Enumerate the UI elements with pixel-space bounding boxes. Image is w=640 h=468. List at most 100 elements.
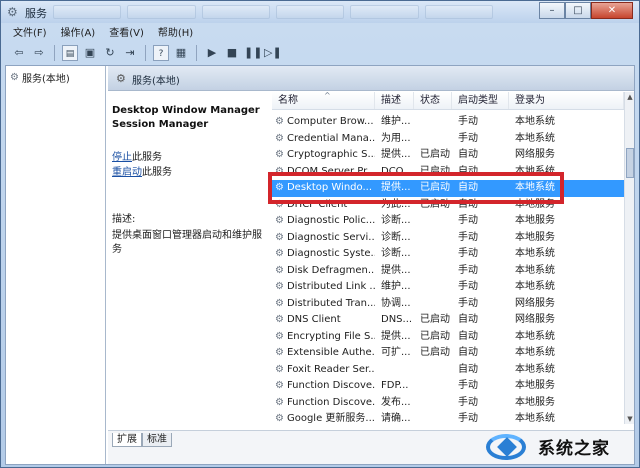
column-header-status[interactable]: 状态: [414, 92, 452, 109]
service-log-on-as: 本地系统: [515, 347, 555, 358]
table-row[interactable]: ⚙ Diagnostic Servi... 诊断... 手动 本地服务: [272, 230, 626, 247]
close-button[interactable]: ✕: [591, 2, 633, 19]
stop-service-icon[interactable]: ■: [224, 45, 240, 61]
services-window: ⚙ 服务 – □ ✕ 文件(F) 操作(A) 查看(V) 帮助(H) ⇦ ⇨ ▤…: [0, 0, 640, 468]
table-row[interactable]: ⚙ Function Discove... 发布... 手动 本地服务: [272, 395, 626, 412]
help-icon[interactable]: ?: [153, 45, 169, 61]
service-log-on-as: 本地系统: [515, 182, 555, 193]
watermark-text: 系统之家: [538, 438, 610, 459]
menu-view[interactable]: 查看(V): [109, 25, 144, 43]
properties-icon[interactable]: ▣: [82, 45, 98, 61]
service-status: [414, 230, 452, 247]
service-description: DCO...: [381, 165, 413, 177]
menu-action[interactable]: 操作(A): [61, 25, 96, 43]
back-arrow-icon[interactable]: ⇦: [11, 45, 27, 61]
console-tree-icon[interactable]: ▤: [62, 45, 78, 61]
services-list: ^ 名称 描述 状态 启动类型 登录为 ⚙ Computer Brow... 维护.…: [272, 92, 634, 424]
export-list-icon[interactable]: ⇥: [122, 45, 138, 61]
scroll-thumb[interactable]: [626, 148, 634, 178]
title-bar[interactable]: ⚙ 服务 – □ ✕: [1, 1, 639, 23]
forward-arrow-icon[interactable]: ⇨: [31, 45, 47, 61]
service-name-text: Distributed Tran...: [286, 297, 375, 309]
service-status: [414, 362, 452, 379]
table-row[interactable]: ⚙ Foxit Reader Ser... 自动 本地系统: [272, 362, 626, 379]
show-pane-icon[interactable]: ▦: [173, 45, 189, 61]
service-startup-type: 手动: [458, 248, 478, 259]
restart-service-icon[interactable]: ▷❚: [264, 45, 282, 61]
service-gear-icon: ⚙: [275, 281, 284, 292]
table-row[interactable]: ⚙ Computer Brow... 维护... 手动 本地系统: [272, 114, 626, 131]
column-header-log-on-as[interactable]: 登录为: [509, 92, 624, 109]
service-name-text: DCOM Server Pr...: [286, 165, 375, 177]
service-log-on-as: 本地系统: [515, 281, 555, 292]
column-header-startup-type[interactable]: 启动类型: [452, 92, 509, 109]
service-name-text: Disk Defragmen...: [286, 264, 375, 276]
service-gear-icon: ⚙: [275, 116, 284, 127]
table-row[interactable]: ⚙ Cryptographic S... 提供... 已启动 自动 网络服务: [272, 147, 626, 164]
service-description: 为此...: [381, 198, 411, 210]
service-description: 诊断...: [381, 248, 411, 259]
menu-file[interactable]: 文件(F): [13, 25, 47, 43]
table-row[interactable]: ⚙ DCOM Server Pr... DCO... 已启动 自动 本地系统: [272, 164, 626, 181]
table-row[interactable]: ⚙ Credential Mana... 为用... 手动 本地系统: [272, 131, 626, 148]
service-description: 提供...: [381, 264, 411, 276]
service-name: ⚙ Google 更新服务...: [272, 411, 375, 424]
start-service-icon[interactable]: ▶: [204, 45, 220, 61]
table-row[interactable]: ⚙ Extensible Authe... 可扩... 已启动 自动 本地系统: [272, 345, 626, 362]
pause-service-icon[interactable]: ❚❚: [244, 45, 262, 61]
service-log-on-as: 本地系统: [515, 248, 555, 259]
tab-extended[interactable]: 扩展: [112, 433, 142, 447]
service-startup-type: 手动: [458, 396, 478, 408]
service-description: [375, 362, 414, 379]
service-startup-type: 手动: [458, 132, 478, 144]
services-content-pane: ⚙ 服务(本地) Desktop Window Manager Session …: [108, 66, 634, 464]
table-row[interactable]: ⚙ DNS Client DNS... 已启动 自动 网络服务: [272, 312, 626, 329]
scroll-up-icon[interactable]: ▲: [625, 92, 635, 102]
maximize-button[interactable]: □: [565, 2, 591, 19]
toolbar-separator: [196, 45, 197, 61]
table-row[interactable]: ⚙ DHCP Client 为此... 已启动 自动 本地服务: [272, 197, 626, 214]
refresh-icon[interactable]: ↻: [102, 45, 118, 61]
service-status: 已启动: [420, 165, 450, 177]
restart-service-link[interactable]: 重启动: [112, 167, 142, 178]
table-row[interactable]: ⚙ Google 更新服务... 请确... 手动 本地系统: [272, 411, 626, 424]
window-title: 服务: [25, 7, 47, 20]
background-taskbar-tabs: [53, 5, 493, 19]
service-gear-icon: ⚙: [275, 330, 284, 342]
column-header-description[interactable]: 描述: [375, 92, 414, 109]
service-description: 提供...: [381, 149, 411, 160]
service-startup-type: 自动: [458, 330, 478, 342]
service-name-text: Computer Brow...: [286, 116, 374, 127]
table-row[interactable]: ⚙ Encrypting File S... 提供... 已启动 自动 本地系统: [272, 329, 626, 346]
service-title-line1: Desktop Window Manager: [112, 105, 260, 116]
tab-standard[interactable]: 标准: [142, 433, 172, 447]
table-row[interactable]: ⚙ Distributed Link ... 维护... 手动 本地系统: [272, 279, 626, 296]
table-row[interactable]: ⚙ Desktop Windo... 提供... 已启动 自动 本地系统: [272, 180, 626, 197]
menu-help[interactable]: 帮助(H): [158, 25, 193, 43]
service-startup-type: 手动: [458, 281, 478, 292]
service-startup-type: 自动: [458, 149, 478, 160]
table-row[interactable]: ⚙ Distributed Tran... 协调... 手动 网络服务: [272, 296, 626, 313]
service-name: ⚙ DNS Client: [272, 312, 375, 329]
vertical-scrollbar[interactable]: ▲ ▼: [624, 92, 634, 424]
service-log-on-as: 本地服务: [515, 396, 555, 408]
service-name: ⚙ Encrypting File S...: [272, 329, 375, 346]
service-description: DNS...: [381, 314, 413, 325]
service-name: ⚙ Diagnostic Servi...: [272, 230, 375, 247]
stop-service-action: 停止此服务: [112, 150, 270, 165]
tree-item-services-local[interactable]: ⚙ 服务(本地): [10, 70, 70, 85]
table-row[interactable]: ⚙ Disk Defragmen... 提供... 手动 本地系统: [272, 263, 626, 280]
table-row[interactable]: ⚙ Diagnostic Syste... 诊断... 手动 本地系统: [272, 246, 626, 263]
table-row[interactable]: ⚙ Function Discove... FDP... 手动 本地服务: [272, 378, 626, 395]
services-gear-icon: ⚙: [7, 5, 18, 19]
service-status: [414, 114, 452, 131]
service-log-on-as: 本地系统: [515, 132, 555, 144]
stop-service-link[interactable]: 停止: [112, 152, 132, 163]
minimize-button[interactable]: –: [539, 2, 565, 19]
service-name: ⚙ Foxit Reader Ser...: [272, 362, 375, 379]
ghost-tab: [127, 5, 196, 19]
description-label: 描述:: [112, 214, 136, 225]
table-row[interactable]: ⚙ Diagnostic Polic... 诊断... 手动 本地服务: [272, 213, 626, 230]
service-startup-type: 自动: [458, 363, 478, 375]
scroll-down-icon[interactable]: ▼: [625, 414, 635, 424]
